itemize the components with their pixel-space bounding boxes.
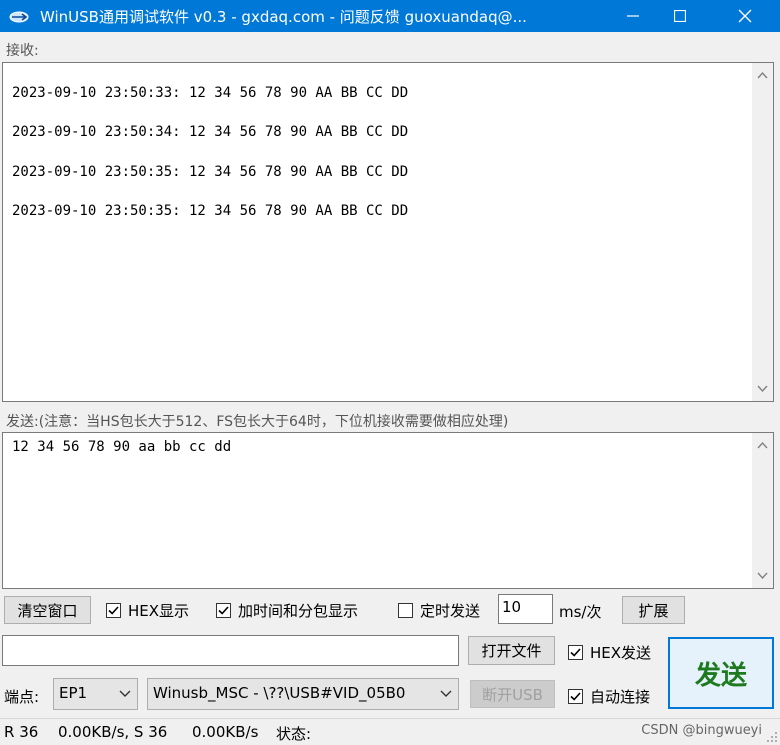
hex-display-checkbox[interactable]: HEX显示 — [106, 600, 189, 621]
timed-send-box[interactable] — [398, 603, 413, 618]
timed-send-label: 定时发送 — [420, 602, 481, 620]
scroll-up-icon[interactable] — [757, 441, 768, 449]
receive-line: 2023-09-10 23:50:33: 12 34 56 78 90 AA B… — [12, 85, 409, 101]
timestamp-checkbox[interactable]: 加时间和分包显示 — [216, 600, 358, 621]
hex-send-checkbox[interactable]: HEX发送 — [568, 642, 651, 663]
scroll-down-icon[interactable] — [757, 572, 768, 580]
resize-grip-icon[interactable] — [766, 731, 778, 743]
hex-display-label: HEX显示 — [128, 602, 190, 620]
close-icon — [738, 9, 752, 23]
file-path-input[interactable] — [2, 635, 459, 666]
checkmark-icon — [218, 606, 229, 615]
endpoint-select[interactable]: EP1 — [53, 678, 138, 710]
maximize-icon — [674, 10, 686, 22]
open-file-button[interactable]: 打开文件 — [468, 636, 555, 665]
receive-scrollbar[interactable] — [752, 63, 773, 401]
close-button[interactable] — [722, 0, 768, 32]
watermark-text: CSDN @bingwueyi — [641, 723, 762, 738]
timestamp-label: 加时间和分包显示 — [238, 602, 359, 620]
status-rates: 0.00KB/s, S 36 — [58, 723, 168, 741]
status-receive-count: R 36 — [4, 723, 39, 741]
endpoint-label: 端点: — [4, 688, 40, 706]
window-title: WinUSB通用调试软件 v0.3 - gxdaq.com - 问题反馈 guo… — [40, 8, 527, 26]
title-bar[interactable]: WinUSB通用调试软件 v0.3 - gxdaq.com - 问题反馈 guo… — [0, 0, 780, 32]
chevron-down-icon — [440, 690, 452, 697]
app-usb-icon — [9, 11, 29, 23]
receive-line: 2023-09-10 23:50:34: 12 34 56 78 90 AA B… — [12, 124, 409, 140]
disconnect-usb-button[interactable]: 断开USB — [470, 680, 555, 708]
expand-button[interactable]: 扩展 — [622, 596, 685, 624]
auto-connect-checkbox[interactable]: 自动连接 — [568, 686, 650, 707]
send-label: 发送:(注意：当HS包长大于512、FS包长大于64时，下位机接收需要做相应处理… — [6, 414, 509, 430]
endpoint-value: EP1 — [59, 684, 88, 702]
checkmark-icon — [570, 692, 581, 701]
device-select[interactable]: Winusb_MSC - \??\USB#VID_05B0 — [147, 678, 459, 710]
timestamp-box[interactable] — [216, 603, 231, 618]
checkmark-icon — [108, 606, 119, 615]
status-send-rate: 0.00KB/s — [192, 723, 259, 741]
send-content: 12 34 56 78 90 aa bb cc dd — [12, 439, 232, 455]
scroll-down-icon[interactable] — [757, 385, 768, 393]
receive-textarea[interactable]: 2023-09-10 23:50:33: 12 34 56 78 90 AA B… — [2, 62, 774, 402]
auto-connect-label: 自动连接 — [590, 688, 651, 706]
minimize-button[interactable] — [610, 0, 656, 32]
scroll-up-icon[interactable] — [757, 71, 768, 79]
send-scrollbar[interactable] — [752, 433, 773, 588]
receive-line: 2023-09-10 23:50:35: 12 34 56 78 90 AA B… — [12, 164, 409, 180]
receive-label: 接收: — [6, 43, 39, 59]
clear-window-button[interactable]: 清空窗口 — [4, 596, 91, 624]
receive-line: 2023-09-10 23:50:35: 12 34 56 78 90 AA B… — [12, 203, 409, 219]
hex-send-label: HEX发送 — [590, 644, 652, 662]
interval-input[interactable]: 10 — [498, 594, 553, 624]
hex-display-box[interactable] — [106, 603, 121, 618]
send-textarea[interactable]: 12 34 56 78 90 aa bb cc dd — [2, 432, 774, 589]
status-bar: R 36 0.00KB/s, S 36 0.00KB/s 状态: CSDN @b… — [0, 718, 780, 745]
interval-unit: ms/次 — [559, 603, 602, 621]
minimize-icon — [627, 15, 639, 17]
device-value: Winusb_MSC - \??\USB#VID_05B0 — [153, 684, 406, 702]
timed-send-checkbox[interactable]: 定时发送 — [398, 600, 480, 621]
maximize-button[interactable] — [657, 0, 703, 32]
checkmark-icon — [570, 648, 581, 657]
hex-send-box[interactable] — [568, 645, 583, 660]
status-state-label: 状态: — [276, 725, 312, 743]
send-button[interactable]: 发送 — [668, 637, 774, 709]
auto-connect-box[interactable] — [568, 689, 583, 704]
chevron-down-icon — [119, 690, 131, 697]
